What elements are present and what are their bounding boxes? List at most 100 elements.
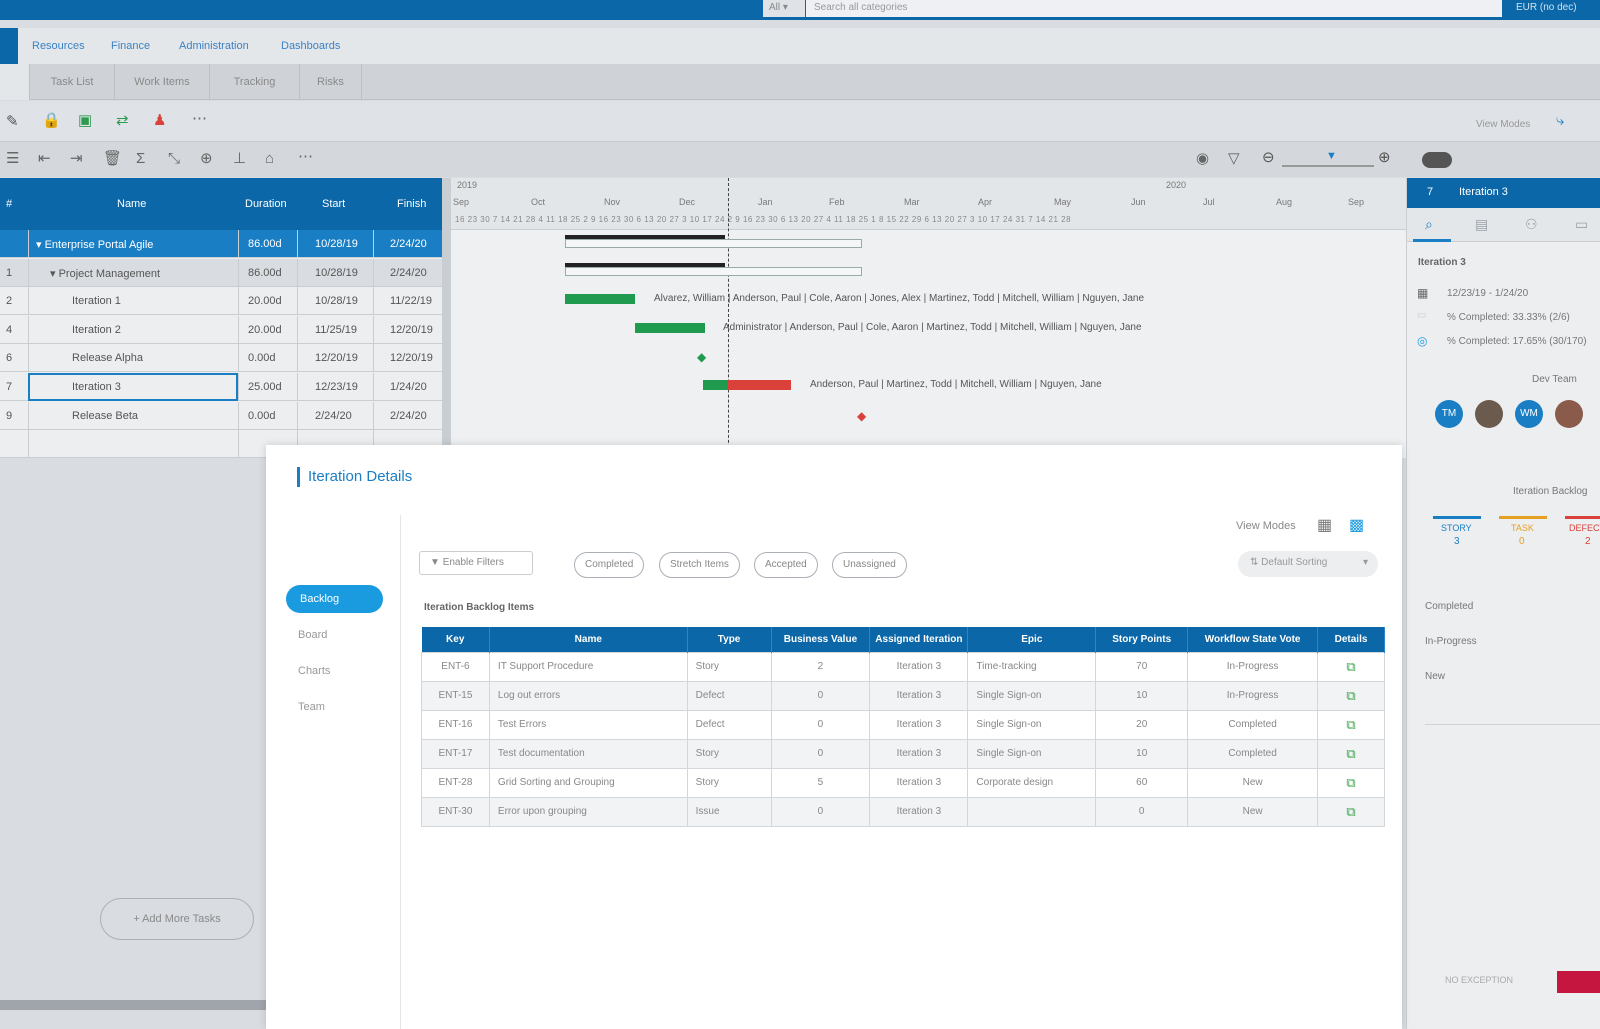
task-duration[interactable]: 25.00d <box>248 381 282 393</box>
item-details[interactable]: ⧉ <box>1317 796 1385 827</box>
enable-filters-button[interactable]: ▼ Enable Filters <box>419 551 533 575</box>
iteration-1-bar[interactable] <box>565 294 635 304</box>
panel-tab-calendar-icon[interactable]: ▭ <box>1575 216 1588 233</box>
task-start[interactable]: 12/20/19 <box>315 352 358 364</box>
item-name[interactable]: Error upon grouping <box>488 796 688 827</box>
task-finish[interactable]: 12/20/19 <box>390 324 433 336</box>
backlog-row[interactable]: ENT-15 Log out errors Defect 0 Iteration 3 Si… <box>421 680 1385 711</box>
col-num[interactable]: # <box>6 198 12 210</box>
col-duration[interactable]: Duration <box>245 198 287 210</box>
tab-gantt[interactable] <box>0 64 30 100</box>
sync-icon[interactable]: ⇄ <box>116 113 129 129</box>
col-workflow-state[interactable]: Workflow State Vote <box>1187 627 1319 652</box>
task-duration[interactable]: 20.00d <box>248 324 282 336</box>
task-start[interactable]: 10/28/19 <box>315 238 358 250</box>
filter-icon[interactable]: ▽ <box>1228 151 1240 167</box>
menu-administration[interactable]: Administration <box>179 40 249 52</box>
col-key[interactable]: Key <box>421 627 490 652</box>
col-details[interactable]: Details <box>1317 627 1385 652</box>
item-details[interactable]: ⧉ <box>1317 680 1385 711</box>
col-story-points[interactable]: Story Points <box>1095 627 1189 652</box>
task-row[interactable]: ▾ Enterprise Portal Agile 86.00d 10/28/19 2… <box>0 230 442 258</box>
sigma-icon[interactable]: Σ <box>136 151 145 167</box>
col-epic[interactable]: Epic <box>967 627 1097 652</box>
iteration-3-bar-done[interactable] <box>703 380 728 390</box>
task-row[interactable]: 7 Iteration 3 25.00d 12/23/19 1/24/20 <box>0 373 442 401</box>
backlog-row[interactable]: ENT-17 Test documentation Story 0 Iteration … <box>421 738 1385 769</box>
col-finish[interactable]: Finish <box>397 198 426 210</box>
more-grid-icon[interactable]: ⋯ <box>298 149 313 165</box>
col-name[interactable]: Name <box>117 198 146 210</box>
task-duration[interactable]: 20.00d <box>248 295 282 307</box>
avatar[interactable] <box>1475 400 1503 428</box>
task-name[interactable]: Iteration 2 <box>72 324 121 336</box>
task-row[interactable]: 9 Release Beta 0.00d 2/24/20 2/24/20 <box>0 401 442 430</box>
col-assigned-iteration[interactable]: Assigned Iteration <box>869 627 969 652</box>
col-name[interactable]: Name <box>489 627 688 652</box>
hierarchy-icon[interactable]: ♟ <box>153 113 166 129</box>
edit-icon[interactable]: ✎ <box>6 114 19 130</box>
item-key[interactable]: ENT-6 <box>421 651 490 682</box>
task-duration[interactable]: 86.00d <box>248 267 282 279</box>
delete-icon[interactable]: 🗑 <box>103 151 122 167</box>
item-key[interactable]: ENT-28 <box>421 767 490 798</box>
chip-accepted[interactable]: Accepted <box>754 552 818 578</box>
nav-charts[interactable]: Charts <box>298 665 330 677</box>
iteration-3-bar-remaining[interactable] <box>728 380 791 390</box>
col-type[interactable]: Type <box>687 627 772 652</box>
task-start[interactable]: 10/28/19 <box>315 295 358 307</box>
item-key[interactable]: ENT-15 <box>421 680 490 711</box>
release-alpha-milestone-icon[interactable]: ◆ <box>697 350 706 364</box>
chip-stretch-items[interactable]: Stretch Items <box>659 552 740 578</box>
zoom-slider[interactable] <box>1282 165 1374 167</box>
details-icon[interactable]: ⧉ <box>1346 804 1355 819</box>
task-name[interactable]: Release Alpha <box>72 352 143 364</box>
item-name[interactable]: Test documentation <box>488 738 688 769</box>
task-finish[interactable]: 1/24/20 <box>390 381 427 393</box>
backlog-row[interactable]: ENT-28 Grid Sorting and Grouping Story 5 Ite… <box>421 767 1385 798</box>
grid-view-icon[interactable]: ▦ <box>1317 515 1332 535</box>
task-finish[interactable]: 11/22/19 <box>390 295 432 307</box>
tab-tracking[interactable]: Tracking <box>210 64 300 100</box>
panel-tab-search-icon[interactable]: ⌕ <box>1425 216 1433 233</box>
gantt-view-icon[interactable]: ⤷ <box>1556 113 1564 129</box>
tab-risks[interactable]: Risks <box>300 64 362 100</box>
menu-dashboards[interactable]: Dashboards <box>281 40 340 52</box>
task-name[interactable]: ▾ Enterprise Portal Agile <box>36 238 153 251</box>
task-row[interactable]: 2 Iteration 1 20.00d 10/28/19 11/22/19 <box>0 287 442 316</box>
task-finish[interactable]: 2/24/20 <box>390 267 427 279</box>
currency-selector[interactable]: EUR (no dec) <box>1516 2 1577 13</box>
outdent-icon[interactable]: ⇤ <box>38 151 51 167</box>
nav-team[interactable]: Team <box>298 701 325 713</box>
item-key[interactable]: ENT-30 <box>421 796 490 827</box>
details-icon[interactable]: ⧉ <box>1346 775 1355 790</box>
task-start[interactable]: 11/25/19 <box>315 324 357 336</box>
tab-work-items[interactable]: Work Items <box>115 64 210 100</box>
task-row[interactable]: 6 Release Alpha 0.00d 12/20/19 12/20/19 <box>0 344 442 373</box>
details-icon[interactable]: ⧉ <box>1346 717 1355 732</box>
nav-backlog[interactable]: Backlog <box>286 585 383 613</box>
chip-completed[interactable]: Completed <box>574 552 645 578</box>
item-name[interactable]: IT Support Procedure <box>488 651 688 682</box>
item-details[interactable]: ⧉ <box>1317 767 1385 798</box>
grid-splitter[interactable] <box>442 178 451 458</box>
backlog-row[interactable]: ENT-6 IT Support Procedure Story 2 Iteration… <box>421 651 1385 682</box>
avatar[interactable]: WM <box>1515 400 1543 428</box>
baseline-icon[interactable]: ⌂ <box>265 151 274 167</box>
add-predecessor-icon[interactable]: ⊕ <box>200 151 213 167</box>
add-resource-icon[interactable]: ▣ <box>78 113 92 129</box>
card-view-icon[interactable]: ▩ <box>1349 515 1364 535</box>
sorting-dropdown[interactable]: ⇅ Default Sorting ▾ <box>1238 551 1378 577</box>
details-icon[interactable]: ⧉ <box>1346 688 1355 703</box>
task-start[interactable]: 12/23/19 <box>315 381 358 393</box>
task-row[interactable]: 4 Iteration 2 20.00d 11/25/19 12/20/19 <box>0 315 442 344</box>
item-details[interactable]: ⧉ <box>1317 651 1385 682</box>
task-name[interactable]: Release Beta <box>72 410 138 422</box>
zoom-slider-handle[interactable]: ▼ <box>1326 148 1337 164</box>
toggle-switch[interactable] <box>1422 152 1452 168</box>
zoom-in-icon[interactable]: ⊕ <box>1378 150 1391 166</box>
add-successor-icon[interactable]: ⊥ <box>233 151 246 167</box>
backlog-row[interactable]: ENT-30 Error upon grouping Issue 0 Iteration… <box>421 796 1385 827</box>
search-scope-select[interactable]: All ▾ <box>763 0 805 17</box>
task-start[interactable]: 10/28/19 <box>315 267 358 279</box>
